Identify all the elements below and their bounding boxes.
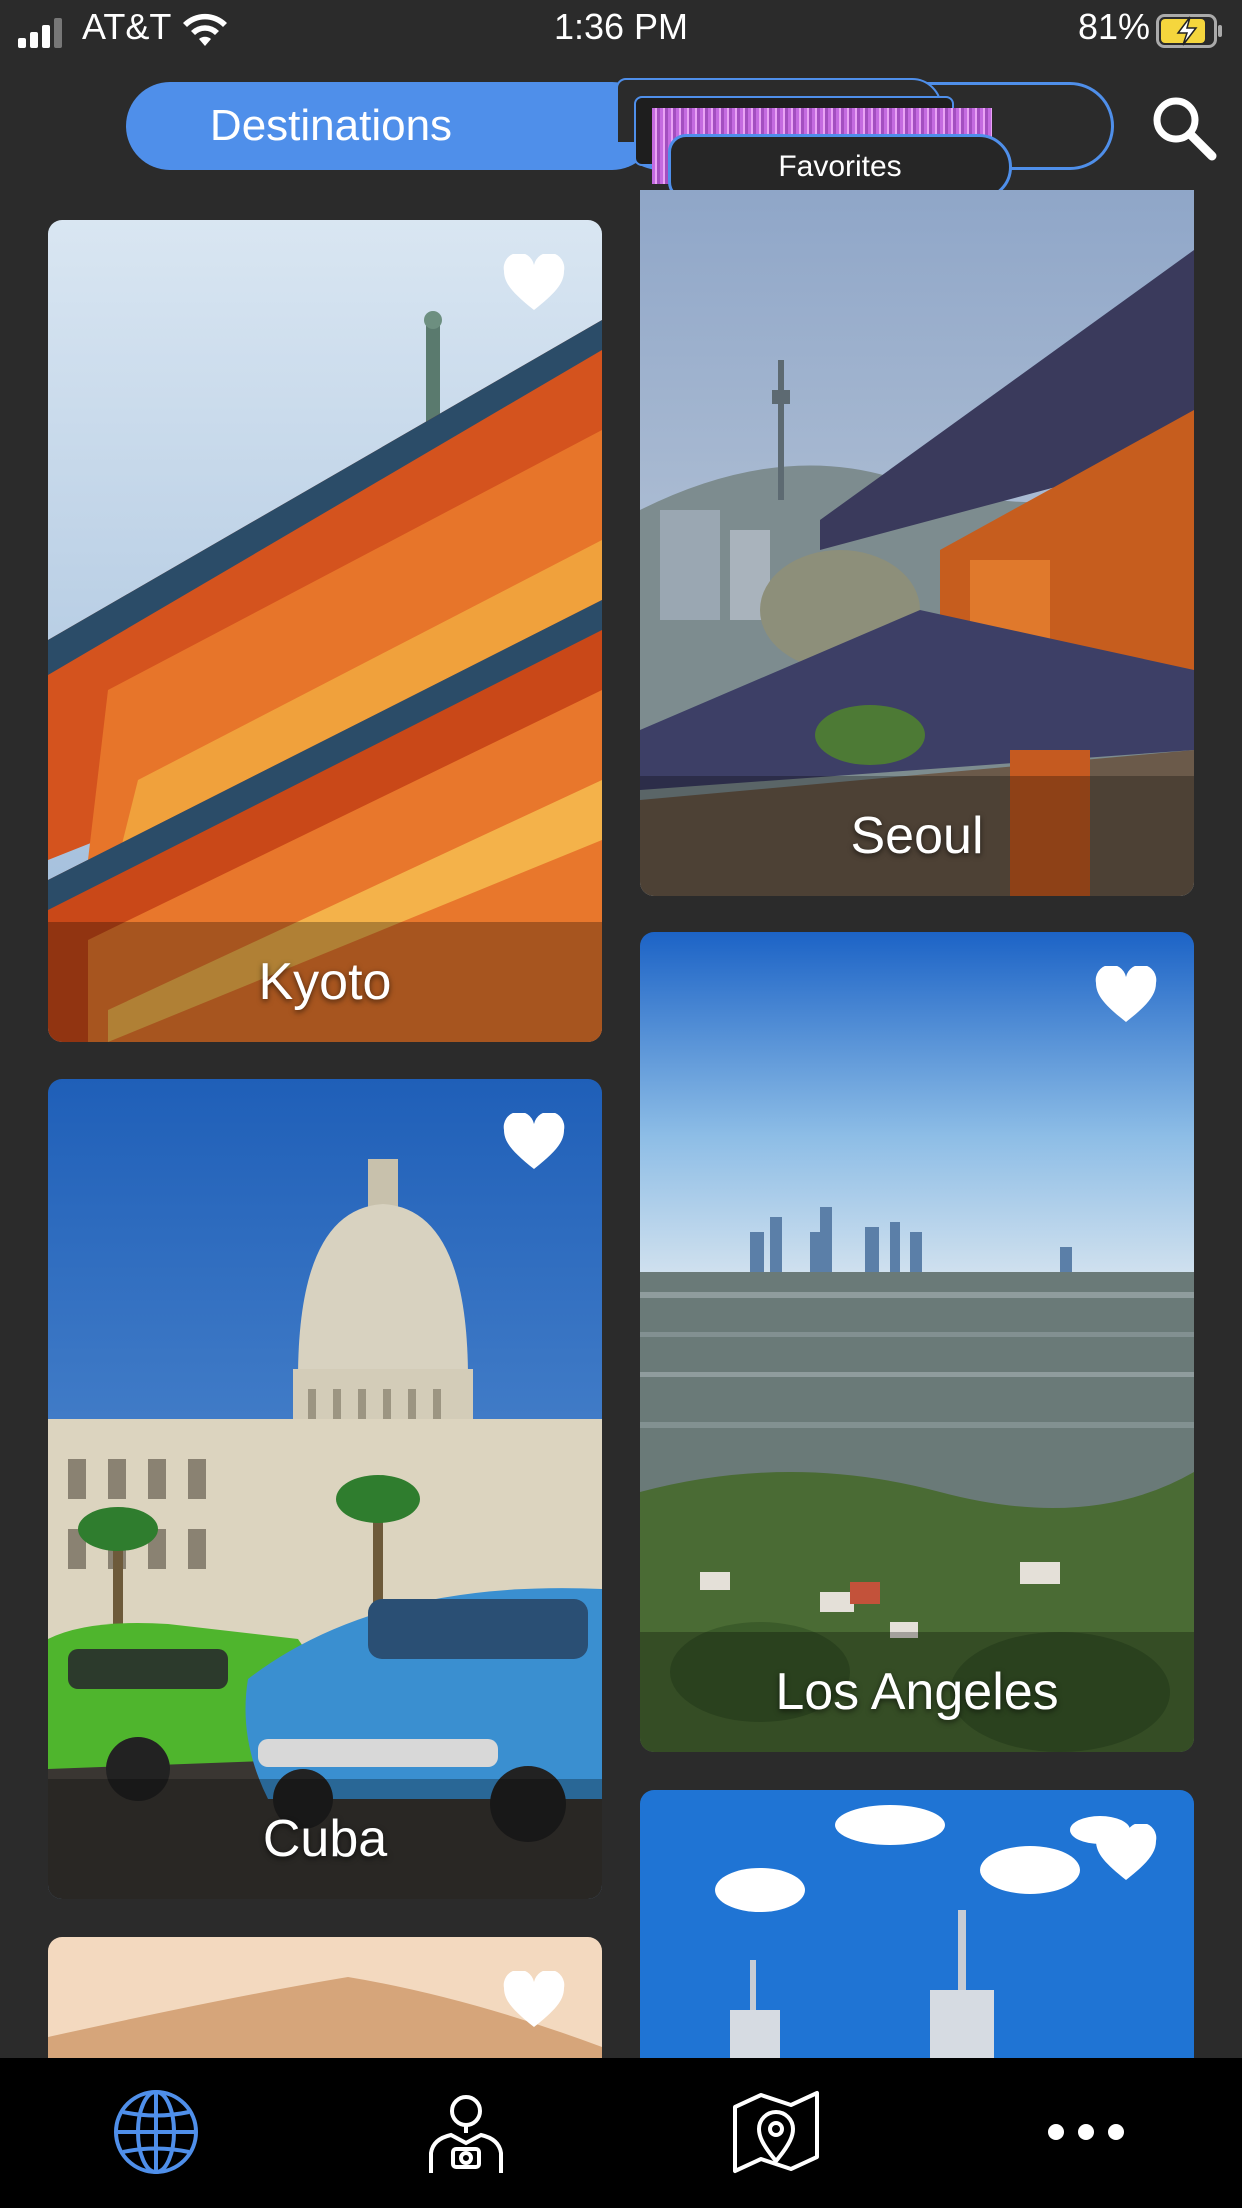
search-icon[interactable] xyxy=(1148,92,1218,162)
kyoto-pagoda-image xyxy=(48,220,602,1042)
bottom-navigation-bar xyxy=(0,2058,1242,2208)
nav-item-destinations[interactable] xyxy=(106,2082,206,2182)
globe-icon xyxy=(114,2090,198,2174)
favorite-heart-icon[interactable] xyxy=(502,254,566,312)
destination-card-cuba[interactable]: Cuba xyxy=(48,1079,602,1899)
destination-card-seoul[interactable]: Seoul xyxy=(640,190,1194,896)
destination-name: Seoul xyxy=(640,776,1194,896)
clock-time: 1:36 PM xyxy=(553,6,689,47)
destination-name: Cuba xyxy=(48,1779,602,1899)
nav-item-travelers[interactable] xyxy=(416,2082,516,2182)
favorite-heart-icon[interactable] xyxy=(1094,1824,1158,1882)
status-bar: AT&T 1:36 PM 81% xyxy=(0,0,1242,62)
tab-destinations[interactable]: Destinations xyxy=(126,82,656,170)
favorite-heart-icon[interactable] xyxy=(502,1971,566,2029)
battery-charging-icon xyxy=(1156,14,1222,48)
nav-item-more[interactable] xyxy=(1036,2082,1136,2182)
destination-name: Kyoto xyxy=(48,922,602,1042)
traveler-camera-icon xyxy=(429,2095,503,2173)
tab-favorites-label: Favorites xyxy=(778,150,902,183)
tab-destinations-label: Destinations xyxy=(209,101,453,150)
more-icon xyxy=(1048,2124,1124,2140)
map-pin-icon xyxy=(733,2091,819,2173)
nav-item-map[interactable] xyxy=(726,2082,826,2182)
destination-card-los-angeles[interactable]: Los Angeles xyxy=(640,932,1194,1752)
destination-card-kyoto[interactable]: Kyoto xyxy=(48,220,602,1042)
destination-name: Los Angeles xyxy=(640,1632,1194,1752)
los-angeles-skyline-image xyxy=(640,932,1194,1752)
cuba-capitol-image xyxy=(48,1079,602,1899)
favorite-heart-icon[interactable] xyxy=(502,1113,566,1171)
battery-percent: 81% xyxy=(1077,6,1150,47)
favorite-heart-icon[interactable] xyxy=(1094,966,1158,1024)
